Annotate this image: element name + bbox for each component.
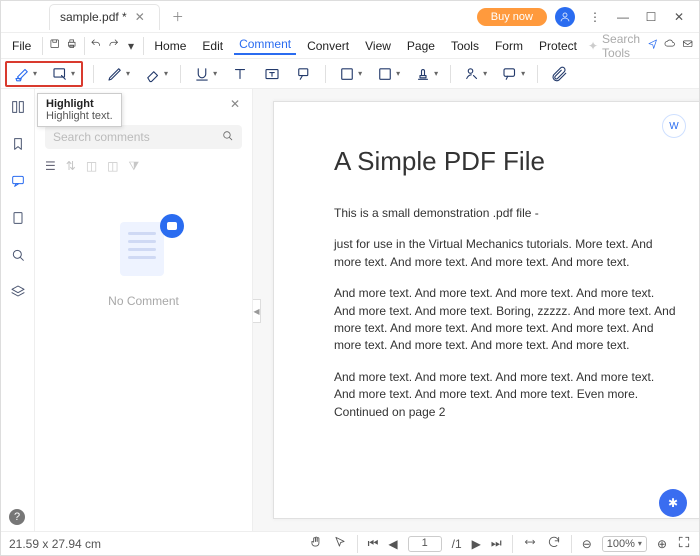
filter-1-icon[interactable]: ◫ bbox=[86, 159, 97, 174]
eraser-tool[interactable]: ▾ bbox=[142, 63, 170, 85]
menu-edit[interactable]: Edit bbox=[197, 39, 228, 53]
attachment-tool[interactable] bbox=[548, 63, 570, 85]
page-total: /1 bbox=[452, 537, 462, 551]
document-tab[interactable]: sample.pdf * ✕ bbox=[49, 4, 160, 30]
comment-filter-row: ☰ ⇅ ◫ ◫ ⧩ bbox=[45, 159, 242, 174]
last-page-icon[interactable]: ⏭ bbox=[491, 536, 502, 551]
menu-tools[interactable]: Tools bbox=[446, 39, 484, 53]
expand-icon[interactable]: ⇅ bbox=[66, 159, 76, 174]
tab-title: sample.pdf * bbox=[60, 10, 127, 24]
email-icon[interactable] bbox=[682, 38, 693, 52]
close-window-icon[interactable]: ✕ bbox=[665, 10, 693, 24]
hand-tool-icon[interactable] bbox=[309, 535, 323, 552]
collapse-sidebar-handle[interactable]: ◀ bbox=[253, 299, 261, 323]
page-number-input[interactable]: 1 bbox=[408, 536, 442, 552]
sort-icon[interactable]: ☰ bbox=[45, 159, 56, 174]
buy-now-button[interactable]: Buy now bbox=[477, 8, 547, 26]
share-icon[interactable] bbox=[647, 38, 658, 52]
stamp-tool[interactable]: ▾ bbox=[412, 63, 440, 85]
doc-heading: A Simple PDF File bbox=[334, 146, 678, 177]
save-icon[interactable] bbox=[49, 38, 60, 52]
no-comment-label: No Comment bbox=[45, 294, 242, 308]
signature-tool[interactable]: ▾ bbox=[461, 63, 489, 85]
fullscreen-icon[interactable] bbox=[677, 535, 691, 552]
menu-page[interactable]: Page bbox=[402, 39, 440, 53]
help-icon[interactable]: ? bbox=[9, 509, 25, 525]
highlight-tool[interactable]: ▾ bbox=[11, 63, 39, 85]
word-export-icon[interactable]: W bbox=[662, 114, 686, 138]
thumbnails-icon[interactable] bbox=[10, 99, 26, 118]
doc-para: just for use in the Virtual Mechanics tu… bbox=[334, 236, 678, 271]
filter-2-icon[interactable]: ◫ bbox=[107, 159, 118, 174]
new-tab-button[interactable]: ＋ bbox=[168, 8, 188, 25]
underline-tool[interactable]: ▾ bbox=[191, 63, 219, 85]
no-comment-illustration bbox=[104, 214, 184, 284]
layers-icon[interactable] bbox=[10, 284, 26, 303]
search-comments-input[interactable]: Search comments bbox=[45, 125, 242, 149]
pencil-tool[interactable]: ▾ bbox=[104, 63, 132, 85]
filter-3-icon[interactable]: ⧩ bbox=[129, 159, 140, 174]
redo-icon[interactable] bbox=[108, 38, 119, 52]
page-dimensions: 21.59 x 27.94 cm bbox=[9, 537, 101, 551]
zoom-out-icon[interactable]: ⊖ bbox=[582, 537, 592, 551]
prev-page-icon[interactable]: ◀ bbox=[388, 537, 397, 551]
kebab-icon[interactable]: ⋮ bbox=[581, 10, 609, 24]
highlighted-tool-group: ▾ ▾ bbox=[5, 61, 83, 87]
manage-comments-tool[interactable]: ▾ bbox=[499, 63, 527, 85]
menu-form[interactable]: Form bbox=[490, 39, 528, 53]
menu-file[interactable]: File bbox=[7, 39, 36, 53]
text-tool[interactable] bbox=[229, 63, 251, 85]
fit-width-icon[interactable] bbox=[523, 535, 537, 552]
area-highlight-tool[interactable]: ▾ bbox=[49, 63, 77, 85]
search-panel-icon[interactable] bbox=[10, 247, 26, 266]
user-avatar[interactable] bbox=[555, 7, 575, 27]
search-tools[interactable]: ✦Search Tools bbox=[588, 32, 641, 60]
close-panel-icon[interactable]: ✕ bbox=[230, 97, 240, 111]
textbox-tool[interactable] bbox=[261, 63, 283, 85]
pdf-page: W A Simple PDF File This is a small demo… bbox=[273, 101, 699, 519]
first-page-icon[interactable]: ⏮ bbox=[368, 536, 379, 551]
highlight-tooltip: Highlight Highlight text. bbox=[37, 93, 122, 127]
cloud-icon[interactable] bbox=[664, 38, 675, 52]
close-tab-icon[interactable]: ✕ bbox=[135, 10, 149, 24]
doc-para: This is a small demonstration .pdf file … bbox=[334, 205, 678, 222]
doc-para: And more text. And more text. And more t… bbox=[334, 369, 678, 421]
bookmarks-icon[interactable] bbox=[10, 136, 26, 155]
menu-convert[interactable]: Convert bbox=[302, 39, 354, 53]
maximize-icon[interactable]: ☐ bbox=[637, 10, 665, 24]
assistant-fab[interactable]: ✱ bbox=[659, 489, 687, 517]
menu-comment[interactable]: Comment bbox=[234, 37, 296, 55]
attachments-panel-icon[interactable] bbox=[10, 210, 26, 229]
comments-panel-icon[interactable] bbox=[10, 173, 26, 192]
undo-icon[interactable] bbox=[90, 38, 101, 52]
next-page-icon[interactable]: ▶ bbox=[472, 537, 481, 551]
menu-home[interactable]: Home bbox=[149, 39, 191, 53]
menu-view[interactable]: View bbox=[360, 39, 396, 53]
doc-para: And more text. And more text. And more t… bbox=[334, 285, 678, 355]
rotate-icon[interactable] bbox=[547, 535, 561, 552]
select-tool-icon[interactable] bbox=[333, 535, 347, 552]
note-tool[interactable]: ▾ bbox=[336, 63, 364, 85]
zoom-in-icon[interactable]: ⊕ bbox=[657, 537, 667, 551]
zoom-select[interactable]: 100%▾ bbox=[602, 536, 647, 552]
callout-tool[interactable] bbox=[293, 63, 315, 85]
search-icon bbox=[221, 129, 234, 145]
menu-protect[interactable]: Protect bbox=[534, 39, 582, 53]
print-icon[interactable] bbox=[66, 38, 77, 52]
minimize-icon[interactable]: ― bbox=[609, 10, 637, 24]
shape-tool[interactable]: ▾ bbox=[374, 63, 402, 85]
redo-dropdown-icon[interactable]: ▾ bbox=[125, 39, 136, 53]
